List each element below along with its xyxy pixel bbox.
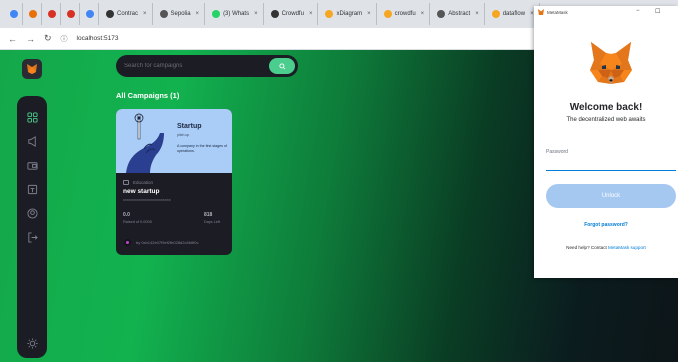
campaign-owner: by 0xb142e07f9ef2fb028d2c5b6f0c [136, 240, 199, 245]
campaign-description: xxxxxxxxxxxxxxxxxxxxxxxx [123, 198, 171, 202]
metamask-window-title: MetaMask [547, 9, 568, 15]
theme-toggle-icon[interactable] [25, 336, 39, 350]
tab-label: Contrac [117, 11, 139, 17]
tab-close-icon[interactable]: × [421, 11, 425, 17]
tab-favicon-icon [270, 10, 279, 18]
metamask-popup: MetaMask − ☐ Welcome back! The decentral… [534, 6, 678, 278]
withdraw-icon[interactable] [25, 182, 39, 196]
unlock-button[interactable]: Unlock [546, 184, 676, 208]
browser-tab[interactable]: xDiagram × [320, 3, 377, 25]
tab-close-icon[interactable]: × [196, 11, 200, 17]
tab-label: xDiagram [336, 11, 363, 17]
browser-tab[interactable] [82, 3, 99, 25]
tab-favicon-icon [212, 10, 221, 18]
help-prefix: Need help? Contact [566, 245, 609, 250]
days-left-label: Days Left [204, 220, 221, 224]
owner-avatar [124, 239, 131, 246]
tab-close-icon[interactable]: × [254, 11, 258, 17]
tab-label: crowdfu [394, 11, 416, 17]
metamask-titlebar: MetaMask − ☐ [534, 6, 678, 18]
campaign-image-title: Startup [177, 123, 202, 130]
browser-tab[interactable]: Crowdfu × [266, 3, 319, 25]
browser-tab[interactable] [63, 3, 80, 25]
browser-tab[interactable]: (3) Whats × [207, 3, 264, 25]
tab-favicon-icon [159, 10, 168, 18]
minimize-icon[interactable]: − [636, 8, 640, 14]
browser-tab[interactable]: Sepolia × [155, 3, 206, 25]
browser-tab[interactable] [25, 3, 42, 25]
metamask-tagline: The decentralized web awaits [566, 117, 646, 123]
forward-icon[interactable]: → [26, 34, 35, 44]
tab-favicon-icon [48, 10, 56, 18]
browser-tab[interactable]: Abstract × [432, 3, 485, 25]
password-label: Password [546, 149, 568, 155]
profile-icon[interactable] [25, 206, 39, 220]
tab-favicon-icon [383, 10, 392, 18]
reload-icon[interactable]: ↻ [44, 33, 52, 44]
tab-label: Abstract [448, 11, 471, 17]
tab-favicon-icon [437, 10, 446, 18]
help-text: Need help? Contact MetaMask support [534, 245, 678, 250]
site-info-icon[interactable]: ⓘ [61, 34, 68, 44]
category-row: Education [123, 180, 153, 185]
password-field[interactable] [546, 157, 676, 171]
sidebar [17, 96, 47, 358]
maximize-icon[interactable]: ☐ [655, 8, 660, 15]
browser-tab[interactable]: Contrac × [101, 3, 153, 25]
tab-favicon-icon [491, 10, 500, 18]
tab-label: (3) Whats [223, 11, 250, 17]
metamask-welcome: Welcome back! [569, 102, 643, 113]
tab-favicon-icon [325, 10, 334, 18]
metamask-fox-icon [590, 42, 632, 84]
metamask-support-link[interactable]: MetaMask support [608, 245, 646, 250]
tab-favicon-icon [10, 10, 18, 18]
app-logo[interactable] [22, 59, 42, 79]
campaign-image: Startup pitch up A company in the first … [116, 109, 232, 173]
hand-illustration-icon [126, 113, 164, 173]
browser-tab[interactable] [6, 3, 23, 25]
tab-close-icon[interactable]: × [475, 11, 479, 17]
tab-close-icon[interactable]: × [143, 11, 147, 17]
tab-close-icon[interactable]: × [309, 11, 313, 17]
search-input[interactable] [124, 59, 264, 73]
browser-tab[interactable] [44, 3, 61, 25]
tab-label: Sepolia [170, 11, 191, 17]
campaign-icon[interactable] [25, 134, 39, 148]
section-title: All Campaigns (1) [116, 91, 180, 100]
campaign-image-subtitle: pitch up [177, 133, 190, 137]
folder-icon [123, 180, 129, 185]
tab-favicon-icon [86, 10, 94, 18]
tab-favicon-icon [106, 10, 114, 18]
campaign-title: new startup [123, 188, 160, 195]
forgot-password-link[interactable]: Forgot password? [534, 222, 678, 228]
search-button[interactable] [269, 58, 295, 74]
raised-label: Raised of 0.0008 [123, 220, 152, 224]
browser-tab[interactable]: crowdfu × [379, 3, 431, 25]
tab-favicon-icon [67, 10, 75, 18]
campaign-card[interactable]: Startup pitch up A company in the first … [116, 109, 232, 255]
raised-value: 0.0 [123, 212, 130, 218]
tab-favicon-icon [29, 10, 37, 18]
campaign-category: Education [133, 180, 154, 185]
campaign-image-description: A company in the first stages of operati… [177, 144, 227, 153]
logout-icon[interactable] [25, 230, 39, 244]
search-bar [116, 55, 298, 77]
tab-close-icon[interactable]: × [367, 11, 371, 17]
metamask-small-logo-icon [538, 9, 544, 15]
back-icon[interactable]: ← [8, 34, 17, 44]
tab-label: dataflow [502, 11, 526, 17]
address-bar-url[interactable]: localhost:5173 [77, 35, 119, 42]
browser-tab[interactable]: dataflow × [487, 3, 540, 25]
dashboard-icon[interactable] [25, 110, 39, 124]
days-left-value: 818 [204, 212, 213, 218]
tab-label: Crowdfu [281, 11, 304, 17]
logo-icon [27, 64, 37, 74]
search-icon [278, 62, 285, 69]
payment-icon[interactable] [25, 158, 39, 172]
